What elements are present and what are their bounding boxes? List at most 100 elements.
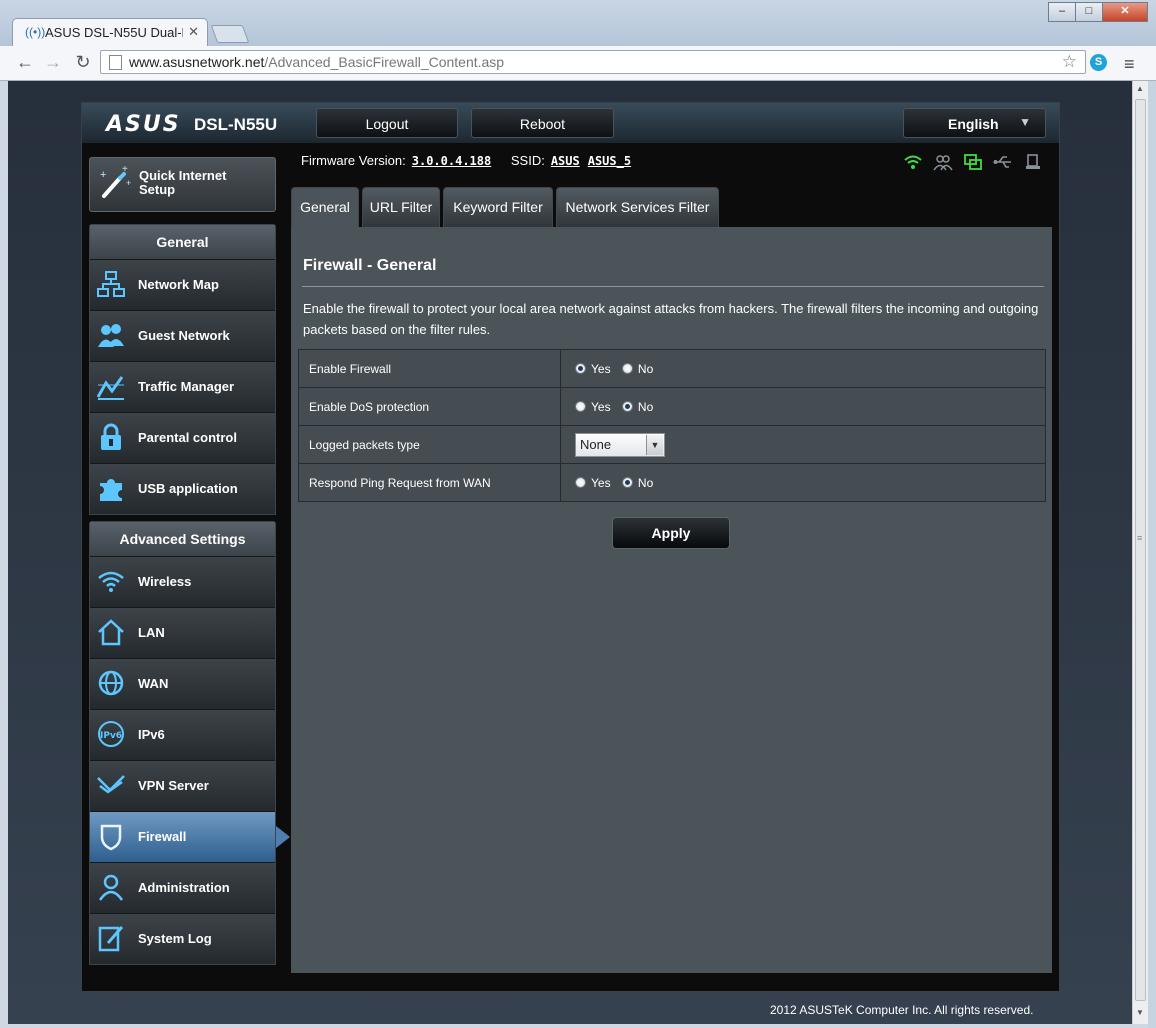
wifi-status-icon[interactable] bbox=[903, 153, 923, 171]
dos-protection-yes-radio[interactable] bbox=[575, 401, 586, 413]
sidebar-item-label: Guest Network bbox=[138, 328, 230, 343]
enable-firewall-label: Enable Firewall bbox=[298, 349, 561, 388]
sidebar-item-label: USB application bbox=[138, 481, 238, 496]
ssid-label: SSID: bbox=[510, 153, 545, 168]
table-row: Enable DoS protection Yes No bbox=[298, 387, 1046, 426]
ssid-2-link[interactable]: ASUS_5 bbox=[588, 154, 631, 168]
usb-status-icon[interactable] bbox=[993, 153, 1013, 171]
menu-icon[interactable]: ≡ bbox=[1124, 54, 1135, 75]
forward-arrow-icon[interactable]: → bbox=[42, 52, 64, 73]
user-icon bbox=[98, 874, 124, 901]
advanced-settings-menu: Advanced Settings Wireless LAN WAN IPv6 … bbox=[89, 521, 290, 965]
close-window-icon[interactable]: ✕ bbox=[1102, 2, 1148, 22]
reboot-button[interactable]: Reboot bbox=[471, 108, 614, 138]
reload-icon[interactable]: ↻ bbox=[72, 52, 94, 73]
general-heading: General bbox=[90, 225, 275, 259]
apply-button[interactable]: Apply bbox=[612, 517, 730, 549]
sidebar-item-label: Network Map bbox=[138, 277, 219, 292]
table-row: Respond Ping Request from WAN Yes No bbox=[298, 463, 1046, 502]
logout-button[interactable]: Logout bbox=[316, 108, 458, 138]
radio-label: Yes bbox=[591, 361, 611, 376]
ping-wan-yes-radio[interactable] bbox=[575, 477, 586, 489]
magic-wand-icon: + + + bbox=[100, 166, 131, 198]
sidebar-item-usb-application[interactable]: USB application bbox=[90, 463, 275, 514]
ssid-1-link[interactable]: ASUS bbox=[551, 154, 580, 168]
sidebar-item-guest-network[interactable]: Guest Network bbox=[90, 310, 275, 361]
sidebar-item-parental-control[interactable]: Parental control bbox=[90, 412, 275, 463]
browser-tab[interactable]: ((•)) ASUS DSL-N55U Dual-Band ✕ bbox=[12, 18, 208, 46]
logged-packets-label: Logged packets type bbox=[298, 425, 561, 464]
enable-firewall-no-radio[interactable] bbox=[621, 363, 633, 375]
sidebar-item-administration[interactable]: Administration bbox=[90, 862, 275, 913]
radio-label: No bbox=[637, 399, 654, 414]
sidebar-item-vpn-server[interactable]: VPN Server bbox=[90, 760, 275, 811]
ping-wan-options: Yes No bbox=[560, 463, 1046, 502]
logged-packets-select[interactable]: None ▼ bbox=[575, 432, 665, 457]
clients-status-icon[interactable] bbox=[933, 153, 953, 171]
back-arrow-icon[interactable]: ← bbox=[14, 52, 36, 73]
sidebar-item-wireless[interactable]: Wireless bbox=[90, 556, 275, 607]
dos-protection-options: Yes No bbox=[560, 387, 1046, 426]
sidebar-item-ipv6[interactable]: IPv6 IPv6 bbox=[90, 709, 275, 760]
scroll-up-icon[interactable]: ▲ bbox=[1136, 84, 1144, 93]
maximize-icon[interactable]: □ bbox=[1075, 2, 1103, 22]
radio-label: Yes bbox=[591, 399, 611, 414]
scroll-down-icon[interactable]: ▼ bbox=[1136, 1008, 1144, 1017]
page-description: Enable the firewall to protect your loca… bbox=[303, 301, 1039, 337]
sidebar-item-label: Traffic Manager bbox=[138, 379, 235, 394]
general-menu: General Network Map Guest Network Traffi… bbox=[89, 224, 276, 515]
page-title: Firewall - General bbox=[303, 257, 437, 274]
traffic-manager-icon bbox=[96, 376, 124, 400]
quick-internet-setup-button[interactable]: + + + Quick Internet Setup bbox=[89, 157, 276, 212]
new-tab-button[interactable] bbox=[210, 25, 250, 43]
language-select[interactable]: English ▼ bbox=[903, 108, 1046, 138]
radio-label: Yes bbox=[591, 475, 611, 490]
sidebar-item-firewall[interactable]: Firewall bbox=[90, 811, 290, 862]
network-map-icon bbox=[97, 271, 125, 297]
window-controls: – □ ✕ bbox=[1048, 2, 1148, 22]
internet-status-icon[interactable] bbox=[963, 153, 983, 171]
minimize-icon[interactable]: – bbox=[1048, 2, 1076, 22]
enable-firewall-yes-radio[interactable] bbox=[575, 363, 586, 375]
advanced-settings-heading: Advanced Settings bbox=[90, 522, 275, 556]
bookmark-star-icon[interactable]: ☆ bbox=[1062, 52, 1077, 72]
sidebar-item-wan[interactable]: WAN bbox=[90, 658, 275, 709]
sidebar-item-traffic-manager[interactable]: Traffic Manager bbox=[90, 361, 275, 412]
sidebar-item-label: System Log bbox=[138, 931, 212, 946]
vertical-scrollbar[interactable]: ▲ ≡ ▼ bbox=[1132, 81, 1149, 1024]
close-tab-icon[interactable]: ✕ bbox=[188, 24, 199, 40]
radio-label: No bbox=[637, 475, 654, 490]
router-panel: ASUS DSL-N55U Logout Reboot English ▼ + … bbox=[81, 102, 1060, 992]
scrollbar-thumb[interactable] bbox=[1135, 99, 1146, 1001]
svg-text:+: + bbox=[100, 169, 106, 181]
table-row: Enable Firewall Yes No bbox=[298, 349, 1046, 388]
sidebar-item-label: Firewall bbox=[138, 829, 187, 844]
vpn-icon bbox=[97, 775, 125, 794]
wifi-icon bbox=[98, 571, 124, 592]
window-border bbox=[1148, 81, 1156, 1028]
tab-url-filter[interactable]: URL Filter bbox=[362, 187, 440, 227]
svg-text:IPv6: IPv6 bbox=[100, 731, 122, 741]
dos-protection-no-radio[interactable] bbox=[621, 401, 633, 413]
ping-wan-no-radio[interactable] bbox=[621, 477, 633, 489]
printer-status-icon[interactable] bbox=[1023, 153, 1043, 171]
address-bar[interactable]: www.asusnetwork.net/Advanced_BasicFirewa… bbox=[100, 50, 1086, 74]
url-text: www.asusnetwork.net/Advanced_BasicFirewa… bbox=[129, 54, 505, 70]
sidebar-item-system-log[interactable]: System Log bbox=[90, 913, 275, 964]
firmware-version-link[interactable]: 3.0.0.4.188 bbox=[412, 154, 491, 168]
tab-general[interactable]: General bbox=[291, 187, 359, 227]
sidebar-item-label: VPN Server bbox=[138, 778, 209, 793]
sidebar-item-label: Administration bbox=[138, 880, 230, 895]
logged-packets-cell: None ▼ bbox=[560, 425, 1046, 464]
tab-keyword-filter[interactable]: Keyword Filter bbox=[443, 187, 553, 227]
ping-wan-label: Respond Ping Request from WAN bbox=[298, 463, 561, 502]
chevron-down-icon[interactable]: ▼ bbox=[646, 434, 663, 455]
browser-toolbar: ← → ↻ www.asusnetwork.net/Advanced_Basic… bbox=[0, 46, 1156, 81]
sidebar-item-network-map[interactable]: Network Map bbox=[90, 259, 275, 310]
tab-network-services-filter[interactable]: Network Services Filter bbox=[556, 187, 719, 227]
firmware-label: Firmware Version: bbox=[301, 153, 406, 168]
puzzle-icon bbox=[100, 479, 122, 501]
skype-extension-icon[interactable]: S bbox=[1090, 54, 1107, 71]
sidebar-item-lan[interactable]: LAN bbox=[90, 607, 275, 658]
page-icon bbox=[109, 55, 122, 70]
